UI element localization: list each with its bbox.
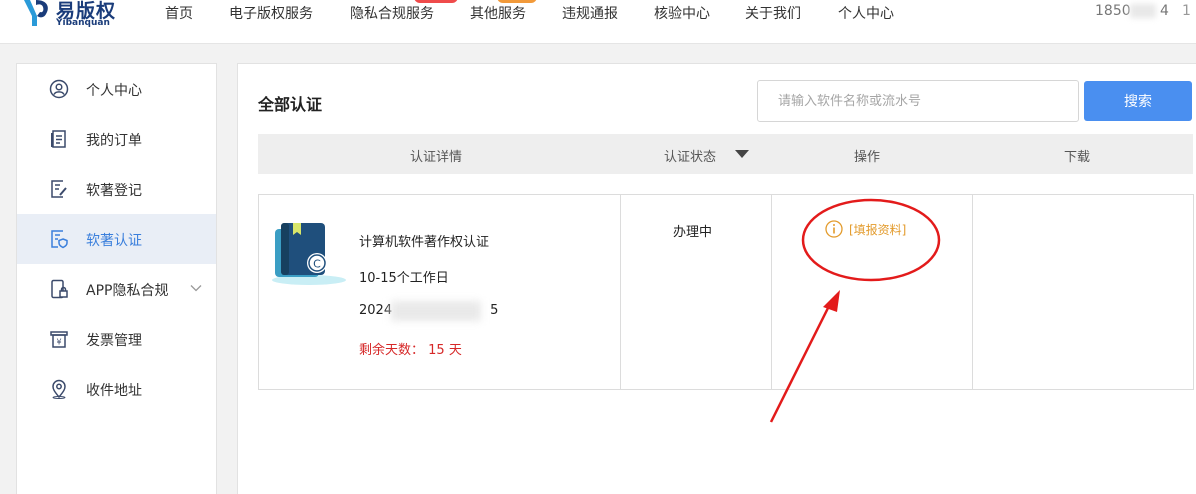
sidebar-item-label: 个人中心 <box>86 83 142 99</box>
service-name: 计算机软件著作权认证 <box>359 235 490 250</box>
register-icon <box>51 180 67 198</box>
column-header-download: 下载 <box>1064 150 1091 165</box>
service-duration: 10-15个工作日 <box>359 271 449 286</box>
date-redaction <box>391 301 481 321</box>
user-phone[interactable]: 1850 <box>1095 3 1131 19</box>
app-lock-icon <box>51 279 68 299</box>
header-trailing-text: 1 <box>1182 3 1191 19</box>
phone-redaction <box>1130 4 1156 18</box>
user-phone-suffix: 4 <box>1160 3 1169 19</box>
nav-privacy-compliance[interactable]: 隐私合规服务 <box>350 3 434 23</box>
fill-info-link-text: [填报资料] <box>849 223 907 237</box>
invoice-icon: ¥ <box>50 331 68 348</box>
status-text: 办理中 <box>673 225 713 240</box>
info-icon <box>825 220 843 238</box>
main-panel: 全部认证 搜索 认证详情 认证状态 操作 下载 C 计算机软件著作权认证 10-… <box>237 63 1196 494</box>
sidebar-item-software-certify[interactable]: 软著认证 <box>17 214 216 264</box>
nav-violation-report[interactable]: 违规通报 <box>562 3 618 23</box>
remaining-days: 剩余天数： 15 天 <box>359 339 462 358</box>
logo-subtext: Yibanquan <box>56 18 110 28</box>
certify-icon <box>51 230 68 249</box>
svg-text:C: C <box>313 258 321 271</box>
column-divider <box>771 195 772 389</box>
column-divider <box>620 195 621 389</box>
site-logo[interactable]: 易版权 Yibanquan <box>22 0 132 36</box>
sidebar-item-invoice[interactable]: ¥ 发票管理 <box>17 314 216 364</box>
nav-other-services[interactable]: 其他服务 <box>470 3 526 23</box>
sidebar-item-personal-center[interactable]: 个人中心 <box>17 64 216 114</box>
sidebar-item-label: 我的订单 <box>86 133 142 149</box>
nav-badge-hot <box>414 0 458 3</box>
table-header: 认证详情 认证状态 操作 下载 <box>258 134 1193 174</box>
nav-e-copyright[interactable]: 电子版权服务 <box>229 3 313 23</box>
user-icon <box>49 79 69 99</box>
table-row: C 计算机软件著作权认证 10-15个工作日 2024 5 剩余天数： 15 天 … <box>258 194 1194 390</box>
sidebar-item-app-privacy[interactable]: APP隐私合规 <box>17 264 216 314</box>
logo-mark-icon <box>24 0 48 26</box>
sidebar-item-my-orders[interactable]: 我的订单 <box>17 114 216 164</box>
sidebar-item-label: 软著登记 <box>86 183 142 199</box>
nav-home[interactable]: 首页 <box>165 3 193 23</box>
top-header: 易版权 Yibanquan 首页 电子版权服务 隐私合规服务 其他服务 违规通报… <box>0 0 1196 44</box>
search-input[interactable] <box>757 80 1079 122</box>
sidebar-item-label: 收件地址 <box>86 383 142 399</box>
chevron-down-icon[interactable] <box>189 281 203 295</box>
copyright-book-icon: C <box>272 223 346 285</box>
column-header-details: 认证详情 <box>410 150 463 165</box>
search-button[interactable]: 搜索 <box>1084 81 1192 121</box>
nav-badge-new <box>497 0 537 3</box>
nav-personal-center[interactable]: 个人中心 <box>838 3 894 23</box>
sidebar-item-software-register[interactable]: 软著登记 <box>17 164 216 214</box>
remaining-days-label: 剩余天数： <box>359 343 425 358</box>
sidebar-item-address[interactable]: 收件地址 <box>17 364 216 414</box>
remaining-days-value: 15 天 <box>428 343 462 358</box>
location-icon <box>52 379 66 399</box>
service-date-prefix: 2024 <box>359 303 393 318</box>
sort-caret-down-icon[interactable] <box>735 150 749 158</box>
column-header-action: 操作 <box>854 150 881 165</box>
nav-verify-center[interactable]: 核验中心 <box>654 3 710 23</box>
sidebar-item-label: APP隐私合规 <box>86 283 169 299</box>
service-date-suffix: 5 <box>490 303 499 318</box>
column-header-status[interactable]: 认证状态 <box>664 146 716 165</box>
nav-about-us[interactable]: 关于我们 <box>745 3 801 23</box>
svg-text:¥: ¥ <box>56 338 61 347</box>
sidebar-item-label: 软著认证 <box>86 233 142 249</box>
page-title: 全部认证 <box>258 95 323 114</box>
sidebar: 个人中心 我的订单 软著登记 软著认证 APP隐私合规 ¥ 发票管理 收件地址 <box>16 63 217 494</box>
order-icon <box>51 130 66 148</box>
sidebar-item-label: 发票管理 <box>86 333 142 349</box>
column-divider <box>972 195 973 389</box>
